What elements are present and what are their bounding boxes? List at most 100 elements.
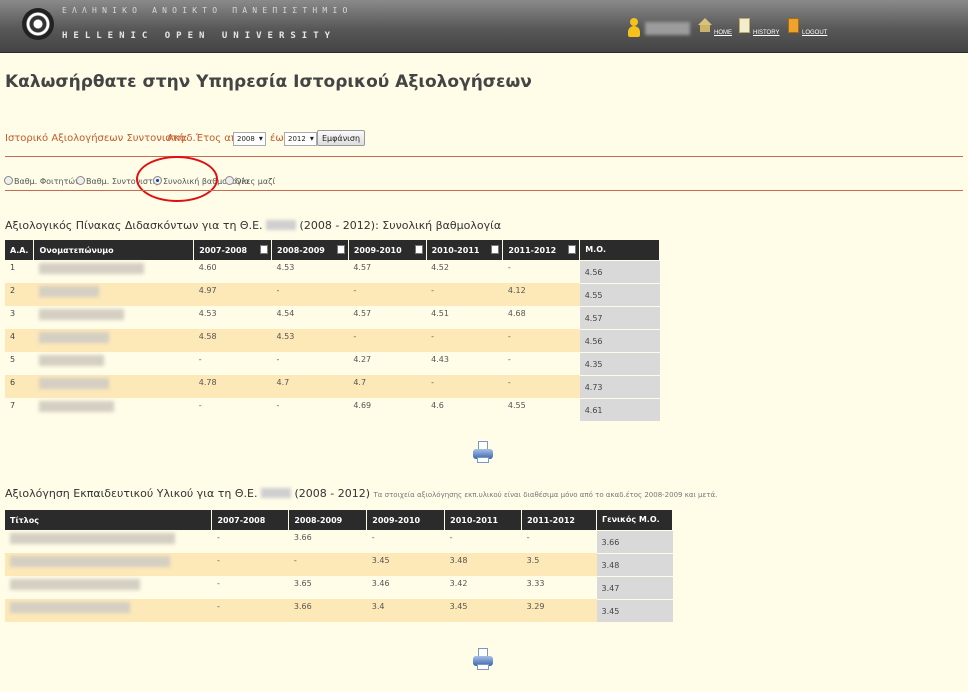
table-row: 2 4.97 - - - 4.12 4.55 — [5, 282, 660, 306]
table-row: 7 - - 4.69 4.6 4.55 4.61 — [5, 397, 660, 421]
grade-cell: 3.45 — [366, 553, 445, 576]
user-icon — [628, 18, 640, 38]
divider — [5, 190, 963, 191]
grade-cell: 3.46 — [371, 579, 390, 588]
grade-cell: - — [276, 355, 280, 364]
radio-student-grades[interactable]: Βαθμ. Φοιτητών — [4, 176, 80, 186]
grade-cell: 4.68 — [507, 309, 526, 318]
home-icon-base[interactable] — [700, 25, 710, 32]
grade-cell: 4.69 — [353, 401, 372, 410]
grade-cell: 3.48 — [444, 553, 522, 576]
nav-logout-link[interactable]: LOGOUT — [802, 30, 827, 36]
col-header-label: 2008-2009 — [277, 245, 325, 255]
logout-icon[interactable] — [788, 18, 799, 33]
grade-cell: 4.51 — [431, 309, 449, 318]
grade-cell: - — [198, 355, 202, 364]
filter-row: Ιστορικό Αξιολογήσεων Συντονιστή: Ακαδ.Έ… — [5, 130, 366, 146]
grade-cell: - — [502, 375, 580, 398]
table-row: 1 4.60 4.53 4.57 4.52 - 4.56 — [5, 259, 660, 283]
year-from-select[interactable]: 2008 — [233, 132, 266, 146]
grade-cell: 3.65 — [293, 579, 312, 588]
year-to-select[interactable]: 2012 — [284, 132, 317, 146]
col-header: 2009-2010 — [366, 510, 446, 530]
grade-cell: - — [288, 553, 367, 576]
year-from-label: Ακαδ.Έτος από — [167, 133, 244, 144]
nav-history-link[interactable]: HISTORY — [753, 30, 779, 36]
course-code-redacted — [266, 220, 297, 230]
copy-icon[interactable] — [336, 245, 345, 254]
grade-cell: 4.53 — [271, 329, 349, 352]
radio-all-together[interactable]: Όλες μαζί — [225, 176, 275, 186]
row-number: 6 — [5, 375, 34, 398]
university-name-english: HELLENIC OPEN UNIVERSITY — [62, 31, 337, 41]
grade-cell: - — [348, 329, 427, 352]
grade-cell: 4.57 — [353, 263, 372, 272]
grade-cell: - — [216, 533, 220, 542]
table-header-row: Α.Α. Ονοματεπώνυμο 2007-2008 2008-2009 2… — [5, 240, 660, 260]
copy-icon[interactable] — [414, 245, 423, 254]
availability-note: Τα στοιχεία αξιολόγησης εκπ.υλικού είναι… — [373, 491, 718, 499]
filter-label: Ιστορικό Αξιολογήσεων Συντονιστή: — [5, 133, 188, 144]
printer-icon[interactable] — [473, 648, 493, 670]
printer-icon[interactable] — [473, 441, 493, 463]
home-icon[interactable] — [698, 18, 712, 25]
table-row: - 3.66 - - - 3.66 — [5, 529, 673, 553]
highlight-circle — [136, 156, 218, 202]
tutor-name-redacted — [34, 398, 194, 421]
show-button[interactable]: Εμφάνιση — [317, 130, 366, 146]
tutor-name-redacted — [34, 260, 194, 283]
col-header: 2009-2010 — [348, 240, 427, 260]
copy-icon[interactable] — [568, 245, 577, 254]
table-row: - - 3.45 3.48 3.5 3.48 — [5, 552, 673, 576]
col-header-label: 2011-2012 — [508, 245, 557, 255]
table-row: 4 4.58 4.53 - - - 4.56 — [5, 328, 660, 352]
col-header: Α.Α. — [5, 240, 35, 260]
average-cell: 3.66 — [596, 529, 673, 553]
col-header: 2007-2008 — [211, 510, 290, 530]
grade-cell: 4.97 — [193, 283, 272, 306]
grade-cell: - — [426, 283, 503, 306]
table-row: - 3.66 3.4 3.45 3.29 3.45 — [5, 598, 673, 622]
grade-cell: 4.7 — [271, 375, 349, 398]
grade-cell: - — [276, 401, 280, 410]
grade-cell: - — [426, 329, 503, 352]
average-cell: 4.57 — [579, 305, 660, 329]
row-number: 7 — [10, 401, 16, 410]
average-cell: 4.73 — [579, 374, 660, 398]
col-header-label: 2007-2008 — [199, 245, 248, 255]
grade-cell: - — [371, 533, 375, 542]
table-header-row: Τίτλος 2007-2008 2008-2009 2009-2010 201… — [5, 510, 673, 530]
col-header: Τίτλος — [5, 510, 213, 530]
title-prefix: Αξιολόγηση Εκπαιδευτικού Υλικού για τη Θ… — [5, 487, 258, 500]
grade-cell: 4.7 — [348, 375, 427, 398]
radio-button-icon[interactable] — [4, 176, 13, 185]
tutor-name-redacted — [34, 352, 194, 375]
nav-home-link[interactable]: HOME — [714, 30, 732, 36]
material-title-redacted — [5, 576, 212, 599]
grade-cell: 3.66 — [288, 599, 367, 622]
grade-cell: - — [348, 283, 427, 306]
radio-button-icon[interactable] — [76, 176, 85, 185]
material-title-redacted — [5, 599, 212, 622]
grade-cell: 3.45 — [444, 599, 522, 622]
grade-cell: 4.27 — [353, 355, 372, 364]
grade-cell: 4.58 — [193, 329, 272, 352]
grade-cell: - — [526, 533, 530, 542]
top-bar: ΕΛΛΗΝΙΚΟ ΑΝΟΙΚΤΟ ΠΑΝΕΠΙΣΤΗΜΙΟ HELLENIC O… — [0, 0, 968, 53]
grade-cell: 4.6 — [431, 401, 444, 410]
col-header: Ονοματεπώνυμο — [33, 240, 195, 260]
tutor-name-redacted — [33, 283, 194, 306]
grade-cell: 3.5 — [521, 553, 597, 576]
title-suffix: (2008 - 2012) — [294, 487, 371, 500]
copy-icon[interactable] — [491, 245, 500, 254]
col-header: Μ.Ο. — [579, 240, 660, 260]
material-title-redacted — [5, 530, 212, 553]
row-number: 5 — [10, 355, 16, 364]
history-icon[interactable] — [739, 18, 750, 33]
radio-label: Βαθμ. Φοιτητών — [14, 177, 80, 186]
title-prefix: Αξιολογικός Πίνακας Διδασκόντων για τη Θ… — [5, 219, 263, 232]
copy-icon[interactable] — [260, 245, 269, 254]
average-cell: 4.61 — [579, 397, 660, 421]
grade-cell: 4.52 — [431, 263, 449, 272]
radio-button-icon[interactable] — [225, 176, 234, 185]
